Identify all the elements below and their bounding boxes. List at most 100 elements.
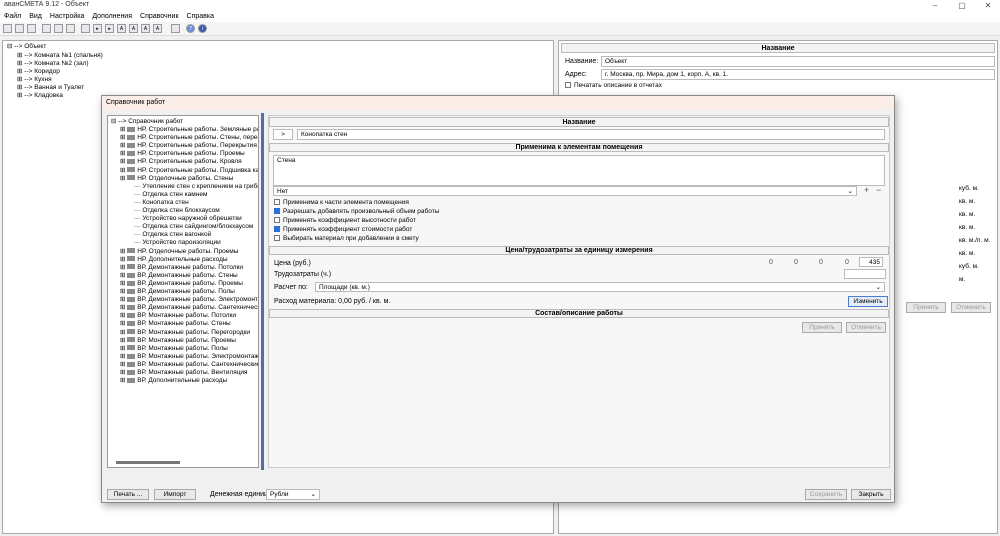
expand-icon[interactable]: ⊞	[120, 353, 127, 360]
a3-icon[interactable]: A	[141, 24, 150, 33]
expand-icon[interactable]: ⊞	[120, 288, 127, 295]
expand-icon[interactable]: ⊞	[120, 150, 127, 157]
expand-icon[interactable]: ⊞	[120, 320, 127, 327]
expand-icon[interactable]: ⊞	[120, 369, 127, 376]
works-category[interactable]: ⊞ ВР. Монтажные работы. Перегородки	[120, 329, 250, 337]
a2-icon[interactable]: A	[129, 24, 138, 33]
info-icon[interactable]: i	[198, 24, 207, 33]
expand-icon[interactable]: ⊞	[120, 361, 127, 368]
works-item[interactable]: — Устройство наружной обрешетки	[134, 215, 242, 223]
menu-addons[interactable]: Дополнения	[92, 12, 132, 22]
details-cancel-button[interactable]: Отменить	[846, 322, 886, 333]
checkbox-select-material[interactable]: Выбирать материал при добавлении в смету	[274, 235, 419, 243]
a4-icon[interactable]: A	[153, 24, 162, 33]
expand-icon[interactable]: ⊞	[120, 167, 127, 174]
expand-icon[interactable]: ⊞	[120, 142, 127, 149]
works-category[interactable]: ⊞ НР. Дополнительные расходы	[120, 256, 228, 264]
price-input[interactable]: 435	[859, 257, 883, 267]
works-category[interactable]: ⊞ ВР. Демонтажные работы. Полы	[120, 288, 235, 296]
a1-icon[interactable]: A	[117, 24, 126, 33]
print-description-checkbox[interactable]: Печатать описание в отчетах	[565, 82, 662, 90]
tree-item[interactable]: ⊞ --> Коридор	[17, 68, 60, 76]
address-field[interactable]: г. Москва, пр. Мира, дом 1, корп. А, кв.…	[601, 69, 995, 80]
tree-item[interactable]: ⊞ --> Ванная и Туалет	[17, 84, 84, 92]
undo-icon[interactable]	[42, 24, 51, 33]
works-category[interactable]: ⊞ НР. Строительные работы. Кровля	[120, 158, 242, 166]
works-category[interactable]: ⊞ ВР. Монтажные работы. Вентиляция	[120, 369, 248, 377]
tree-item[interactable]: ⊞ --> Кухня	[17, 76, 52, 84]
close-window-button[interactable]: ✕	[978, 1, 998, 11]
works-category[interactable]: ⊞ ВР. Демонтажные работы. Электромонтажн…	[120, 296, 258, 304]
expand-icon[interactable]: ⊞	[120, 256, 127, 263]
checkbox-partial-element[interactable]: Применима к части элемента помещения	[274, 199, 409, 207]
expand-icon[interactable]: ⊞	[120, 329, 127, 336]
menu-view[interactable]: Вид	[29, 12, 42, 22]
save-icon[interactable]	[27, 24, 36, 33]
expand-icon[interactable]: ⊞	[120, 264, 127, 271]
works-category[interactable]: ⊞ ВР. Демонтажные работы. Сантехнические	[120, 304, 258, 312]
works-category[interactable]: ⊞ ВР. Монтажные работы. Проемы	[120, 337, 236, 345]
expand-icon[interactable]: ⊞	[120, 304, 127, 311]
help-icon[interactable]: ?	[186, 24, 195, 33]
calc-icon[interactable]	[171, 24, 180, 33]
works-tree-root[interactable]: ⊟ --> Справочник работ	[111, 118, 183, 126]
expand-icon[interactable]: ⊞	[120, 337, 127, 344]
works-item[interactable]: — Отделка стен камнем	[134, 191, 207, 199]
menu-reference[interactable]: Справочник	[140, 12, 179, 22]
add-icon[interactable]: +	[864, 185, 869, 195]
labor-input[interactable]	[844, 269, 886, 279]
object-name-field[interactable]: Объект	[601, 56, 995, 67]
works-category[interactable]: ⊞ НР. Строительные работы. Перекрытия	[120, 142, 257, 150]
expand-icon[interactable]: ⊞	[120, 134, 127, 141]
calc-by-select[interactable]: Площади (кв. м.) ⌄	[315, 282, 885, 292]
export-icon[interactable]	[81, 24, 90, 33]
import-button[interactable]: Импорт	[154, 489, 196, 500]
works-item[interactable]: — Устройство пароизоляции	[134, 239, 221, 247]
works-category[interactable]: ⊞ ВР. Дополнительные расходы	[120, 377, 227, 385]
works-category[interactable]: ⊞ ВР. Монтажные работы. Полы	[120, 345, 228, 353]
works-category[interactable]: ⊞ ВР. Монтажные работы. Стены	[120, 320, 231, 328]
preview-icon[interactable]	[66, 24, 75, 33]
tree-item[interactable]: ⊞ --> Кладовка	[17, 92, 63, 100]
menu-help[interactable]: Справка	[187, 12, 214, 22]
expand-icon[interactable]: ⊞	[120, 345, 127, 352]
expand-icon[interactable]: ⊞	[120, 126, 127, 133]
checkbox-arbitrary-volume[interactable]: Разрешать добавлять произвольный объем р…	[274, 208, 439, 216]
works-category[interactable]: ⊞ ВР. Демонтажные работы. Стены	[120, 272, 238, 280]
expand-icon[interactable]: ⊞	[120, 248, 127, 255]
expand-icon[interactable]: ⊞	[120, 175, 127, 182]
apply-elements-list[interactable]: Стена	[273, 155, 885, 186]
element-dropdown[interactable]: Нет ⌄	[273, 186, 857, 196]
checkbox-cost-coef[interactable]: Применять коэффициент стоимости работ	[274, 226, 412, 234]
works-category[interactable]: ⊞ НР. Строительные работы. Земляные рабо…	[120, 126, 258, 134]
print-button[interactable]: Печать ...	[107, 489, 149, 500]
expand-icon[interactable]: ⊞	[120, 312, 127, 319]
expand-icon[interactable]: ⊞	[120, 272, 127, 279]
work-name-field[interactable]: Конопатка стен	[297, 129, 885, 140]
expand-icon[interactable]: ⊞	[120, 377, 127, 384]
open-icon[interactable]	[15, 24, 24, 33]
tree-item[interactable]: ⊞ --> Комната №2 (зал)	[17, 60, 89, 68]
works-item[interactable]: — Отделка стен сайдингом/блокхаусом	[134, 223, 253, 231]
panel-cancel-button[interactable]: Отменить	[951, 302, 991, 313]
expand-icon[interactable]: ⊞	[120, 280, 127, 287]
works-category[interactable]: ⊞ НР. Строительные работы. Стены, перего…	[120, 134, 258, 142]
works-category[interactable]: ⊞ НР. Строительные работы. Подшивка карн…	[120, 167, 258, 175]
works-category[interactable]: ⊞ ВР. Монтажные работы. Электромонтажные	[120, 353, 258, 361]
arrow-icon[interactable]: ▸	[105, 24, 114, 33]
menu-file[interactable]: Файл	[4, 12, 21, 22]
maximize-button[interactable]: ▢	[952, 1, 972, 11]
change-button[interactable]: Изменить	[848, 296, 888, 307]
tree-root[interactable]: ⊟ --> Объект	[7, 43, 46, 51]
expand-icon[interactable]: ⊞	[120, 158, 127, 165]
splitter[interactable]	[261, 113, 264, 470]
works-category[interactable]: ⊞ НР. Отделочные работы. Проемы	[120, 248, 238, 256]
currency-select[interactable]: Рубли ⌄	[266, 489, 320, 500]
works-item[interactable]: — Конопатка стен	[134, 199, 189, 207]
details-apply-button[interactable]: Принять	[802, 322, 842, 333]
menu-settings[interactable]: Настройка	[50, 12, 84, 22]
print-icon[interactable]	[54, 24, 63, 33]
close-button[interactable]: Закрыть	[851, 489, 891, 500]
works-category[interactable]: ⊞ ВР. Демонтажные работы. Потолки	[120, 264, 243, 272]
minimize-button[interactable]: –	[925, 1, 945, 11]
